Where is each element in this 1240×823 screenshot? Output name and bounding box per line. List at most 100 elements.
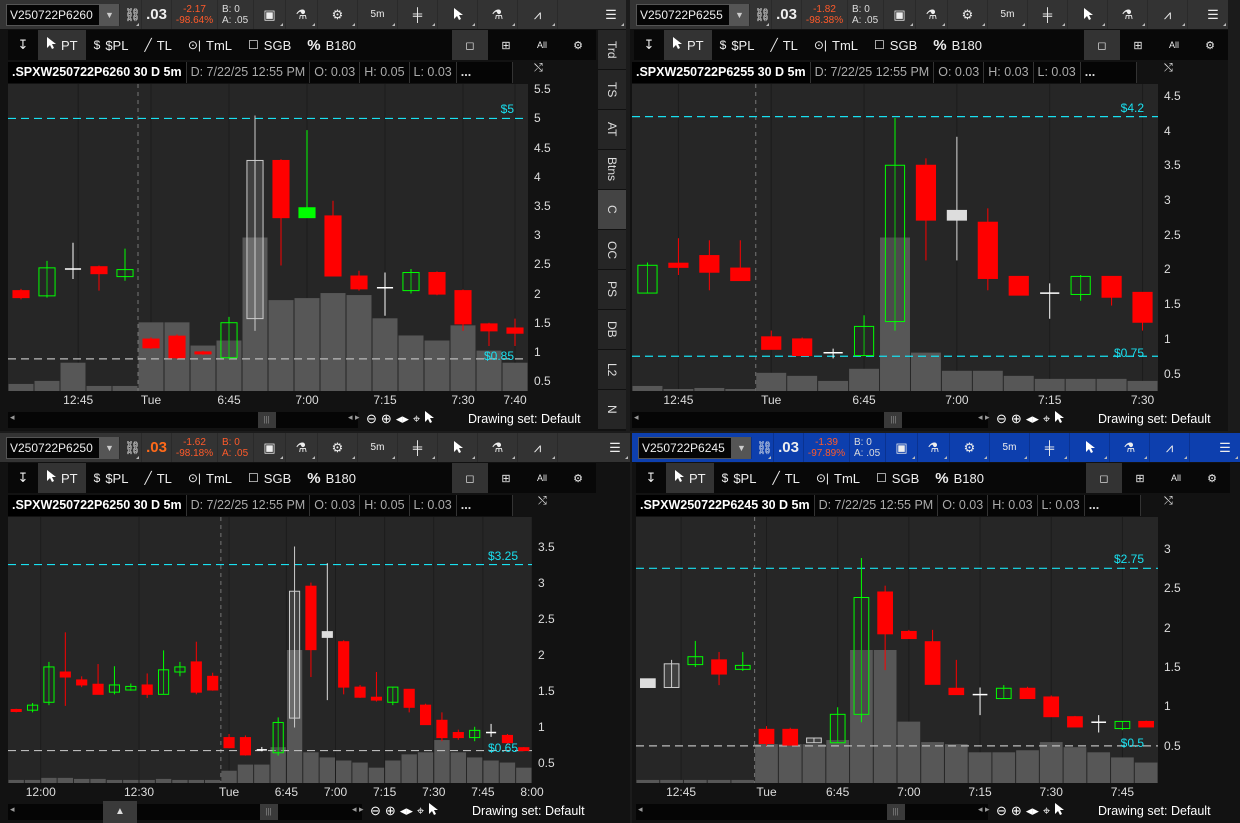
scroll-left-arrow[interactable]: ◂ xyxy=(10,804,15,815)
study-flask-icon[interactable]: ⚗ xyxy=(478,0,518,29)
scrollbar-track[interactable] xyxy=(8,412,358,428)
drawing-tool-pin[interactable]: ↧ xyxy=(8,463,38,493)
symbol-input[interactable]: V250722P6255 xyxy=(636,3,730,26)
side-tab-btns[interactable]: Btns xyxy=(598,150,626,190)
drawing-tool-tl[interactable]: ╱ TL xyxy=(136,30,179,60)
gear-icon[interactable]: ⚙ xyxy=(950,433,990,462)
scrollbar-track[interactable] xyxy=(632,412,988,428)
side-tab-at[interactable]: AT xyxy=(598,110,626,150)
price-plot[interactable]: $3.25 $0.65 xyxy=(8,517,533,783)
expand-panel-button[interactable]: ▲ xyxy=(103,801,137,823)
flask-icon[interactable]: ⚗ xyxy=(286,433,318,462)
pointer-icon[interactable] xyxy=(1054,803,1065,819)
drawing-set-label[interactable]: Drawing set: Default xyxy=(472,804,585,818)
drawing-tool-spl[interactable]: $ $PL xyxy=(714,463,765,493)
price-axis[interactable]: 0.5 1 1.5 2 2.5 3 3.5 xyxy=(532,517,596,783)
side-tab-n[interactable]: N xyxy=(598,390,626,430)
link-icon[interactable]: ⛓ xyxy=(756,433,774,462)
drawing-tool-sgb[interactable]: ☐ SGB xyxy=(240,30,299,60)
single-layout-button[interactable]: ◻ xyxy=(452,463,488,493)
study-flask-icon[interactable]: ⚗ xyxy=(478,433,518,462)
news-icon[interactable]: ▣ xyxy=(886,433,918,462)
drawing-icon[interactable]: ⩘ xyxy=(1148,0,1188,29)
drawing-tool-pt[interactable]: PT xyxy=(38,463,86,493)
zoom-out-icon[interactable]: ⊖ xyxy=(996,411,1007,427)
gear-icon[interactable]: ⚙ xyxy=(948,0,988,29)
crosshair-icon[interactable]: ⌖ xyxy=(1043,411,1050,427)
cursor-icon[interactable] xyxy=(1070,433,1110,462)
grid-layout-button[interactable]: ⊞ xyxy=(1122,463,1158,493)
drawing-tool-spl[interactable]: $ $PL xyxy=(86,30,137,60)
zoom-out-icon[interactable]: ⊖ xyxy=(370,803,381,819)
cursor-icon[interactable] xyxy=(1068,0,1108,29)
news-icon[interactable]: ▣ xyxy=(254,0,286,29)
cursor-icon[interactable] xyxy=(438,433,478,462)
drawing-tool-pin[interactable]: ↧ xyxy=(8,30,38,60)
drawing-tool-spl[interactable]: $ $PL xyxy=(712,30,763,60)
menu-icon[interactable]: ☰ xyxy=(1198,0,1228,29)
side-tab-l2[interactable]: L2 xyxy=(598,350,626,390)
chart-settings-gear-icon[interactable]: ⚙ xyxy=(1194,463,1230,493)
drawing-tool-sgb[interactable]: ☐ SGB xyxy=(240,463,299,493)
drawing-tool-b180[interactable]: % B180 xyxy=(927,463,992,493)
drawing-tool-tml[interactable]: ⊙| TmL xyxy=(180,463,240,493)
drawing-tool-pt[interactable]: PT xyxy=(664,30,712,60)
drawing-tool-b180[interactable]: % B180 xyxy=(299,30,364,60)
drawing-tool-sgb[interactable]: ☐ SGB xyxy=(868,463,927,493)
drawing-tool-b180[interactable]: % B180 xyxy=(925,30,990,60)
zoom-in-icon[interactable]: ⊕ xyxy=(381,411,392,427)
drawing-set-label[interactable]: Drawing set: Default xyxy=(1098,412,1211,426)
symbol-dropdown-button[interactable]: ▼ xyxy=(732,436,752,459)
chart-settings-gear-icon[interactable]: ⚙ xyxy=(560,463,596,493)
zoom-in-icon[interactable]: ⊕ xyxy=(1011,803,1022,819)
gear-icon[interactable]: ⚙ xyxy=(318,0,358,29)
time-axis[interactable]: 12:45 Tue 6:45 7:00 7:15 7:30 7:40 xyxy=(8,391,528,409)
drawing-tool-pt[interactable]: PT xyxy=(666,463,714,493)
crosshair-icon[interactable]: ⌖ xyxy=(417,803,424,819)
zoom-out-icon[interactable]: ⊖ xyxy=(366,411,377,427)
side-tab-c[interactable]: C xyxy=(598,190,626,230)
scroll-arrows[interactable]: ◂ ▸ xyxy=(348,412,360,423)
study-flask-icon[interactable]: ⚗ xyxy=(1110,433,1150,462)
drawing-tool-spl[interactable]: $ $PL xyxy=(86,463,137,493)
drawing-icon[interactable]: ⩘ xyxy=(1150,433,1190,462)
expand-collapse-icon[interactable]: ⤭ xyxy=(1164,62,1173,75)
timeframe-button[interactable]: 5m xyxy=(988,0,1028,29)
crosshair-icon[interactable]: ⌖ xyxy=(1043,803,1050,819)
timeframe-button[interactable]: 5m xyxy=(990,433,1030,462)
scroll-left-arrow[interactable]: ◂ xyxy=(638,804,643,815)
scroll-arrows[interactable]: ◂ ▸ xyxy=(352,804,364,815)
price-plot[interactable]: $4.2 $0.75 xyxy=(632,84,1158,391)
grid-layout-button[interactable]: ⊞ xyxy=(488,30,524,60)
drawing-icon[interactable]: ⩘ xyxy=(518,433,558,462)
crosshair-icon[interactable]: ⌖ xyxy=(413,411,420,427)
menu-icon[interactable]: ☰ xyxy=(596,0,626,29)
zoom-in-icon[interactable]: ⊕ xyxy=(1011,411,1022,427)
time-axis[interactable]: 12:45 Tue 6:45 7:00 7:15 7:30 7:45 xyxy=(636,783,1158,801)
zoom-out-icon[interactable]: ⊖ xyxy=(996,803,1007,819)
time-axis[interactable]: 12:45 Tue 6:45 7:00 7:15 7:30 xyxy=(632,391,1158,409)
pointer-icon[interactable] xyxy=(1054,411,1065,427)
symbol-dropdown-button[interactable]: ▼ xyxy=(100,3,120,26)
drawing-tool-pin[interactable]: ↧ xyxy=(636,463,666,493)
candle-style-icon[interactable]: ╪ xyxy=(1030,433,1070,462)
scrollbar-thumb[interactable]: ||| xyxy=(884,412,903,428)
all-button[interactable]: All xyxy=(1158,463,1194,493)
candle-style-icon[interactable]: ╪ xyxy=(398,433,438,462)
pointer-icon[interactable] xyxy=(428,803,439,819)
single-layout-button[interactable]: ◻ xyxy=(1086,463,1122,493)
side-tab-trd[interactable]: Trd xyxy=(598,30,626,70)
flask-icon[interactable]: ⚗ xyxy=(916,0,948,29)
pointer-icon[interactable] xyxy=(424,411,435,427)
timeframe-button[interactable]: 5m xyxy=(358,0,398,29)
drawing-tool-tl[interactable]: ╱ TL xyxy=(762,30,805,60)
scrollbar-thumb[interactable]: ||| xyxy=(257,412,276,428)
side-tab-ts[interactable]: TS xyxy=(598,70,626,110)
drawing-set-label[interactable]: Drawing set: Default xyxy=(468,412,581,426)
drawing-icon[interactable]: ⩘ xyxy=(518,0,558,29)
drawing-tool-pin[interactable]: ↧ xyxy=(634,30,664,60)
side-tab-db[interactable]: DB xyxy=(598,310,626,350)
drawing-tool-tml[interactable]: ⊙| TmL xyxy=(806,30,866,60)
candle-style-icon[interactable]: ╪ xyxy=(398,0,438,29)
grid-layout-button[interactable]: ⊞ xyxy=(1120,30,1156,60)
